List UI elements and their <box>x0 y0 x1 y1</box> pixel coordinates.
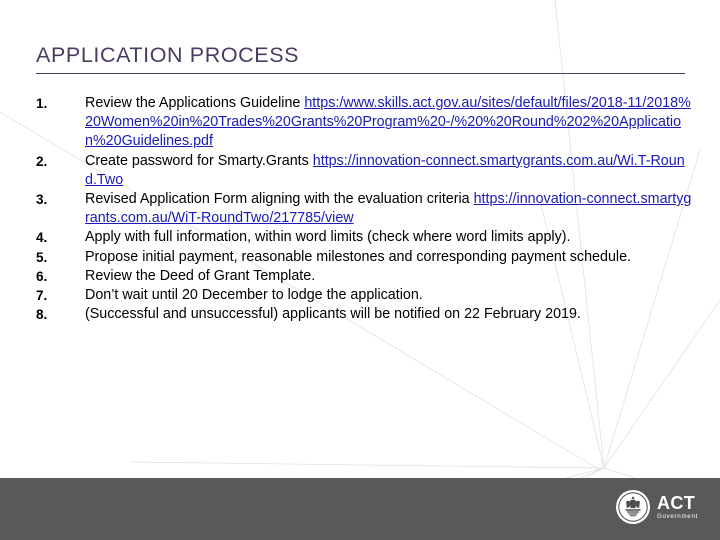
list-item: 5. Propose initial payment, reasonable m… <box>36 248 696 267</box>
list-item-number: 4. <box>36 230 48 246</box>
list-item-number: 6. <box>36 268 48 284</box>
list-item-text: Revised Application Form aligning with t… <box>85 191 474 208</box>
list-item-number: 2. <box>36 153 48 169</box>
list-item: 8. (Successful and unsuccessful) applica… <box>36 305 696 324</box>
list-item-text: Review the Applications Guideline <box>85 95 305 111</box>
list-item: 1. Review the Applications Guideline htt… <box>36 94 696 152</box>
list-item-text: (Successful and unsuccessful) applicants… <box>85 306 581 323</box>
act-government-logo: ACT Government <box>615 490 698 524</box>
title-block: APPLICATION PROCESS <box>36 43 686 74</box>
list-item: 4. Apply with full information, within w… <box>36 228 696 247</box>
list-item-body: Don’t wait until 20 December to lodge th… <box>85 286 696 305</box>
list-item: 2. Create password for Smarty.Grants htt… <box>36 152 696 190</box>
list-item-number: 5. <box>36 249 48 265</box>
list-item: 6. Review the Deed of Grant Template. <box>36 267 696 286</box>
list-item-number: 3. <box>36 192 48 208</box>
list-item-body: Propose initial payment, reasonable mile… <box>85 248 696 267</box>
logo-government-text: Government <box>656 512 698 520</box>
list-item-text: Don’t wait until 20 December to lodge th… <box>85 287 423 304</box>
list-item-text: Review the Deed of Grant Template. <box>85 267 316 284</box>
list-item-text: Apply with full information, within word… <box>85 229 571 246</box>
footer-bar: ACT Government <box>0 478 720 540</box>
list-item-text: Create password for Smarty.Grants <box>85 152 313 169</box>
title-divider <box>36 72 685 74</box>
list-item-body: Create password for Smarty.Grants https:… <box>85 152 696 190</box>
list-item-body: Review the Applications Guideline https:… <box>85 94 696 152</box>
list-item-body: Revised Application Form aligning with t… <box>85 190 696 228</box>
list-item: 7. Don’t wait until 20 December to lodge… <box>36 286 696 305</box>
logo-act-text: ACT <box>656 492 696 513</box>
list-item-number: 7. <box>36 288 48 304</box>
list-item-text: Propose initial payment, reasonable mile… <box>85 248 631 265</box>
list-item-number: 8. <box>36 307 48 323</box>
application-process-list: 1. Review the Applications Guideline htt… <box>36 94 696 324</box>
list-item-number: 1. <box>36 96 48 111</box>
logo-wordmark: ACT Government <box>657 494 698 520</box>
list-item-body: (Successful and unsuccessful) applicants… <box>85 305 696 324</box>
list-item: 3. Revised Application Form aligning wit… <box>36 190 696 228</box>
list-item-body: Review the Deed of Grant Template. <box>85 267 696 286</box>
coat-of-arms-icon <box>615 490 650 524</box>
slide-canvas: APPLICATION PROCESS 1. Review the Applic… <box>0 0 720 540</box>
page-title: APPLICATION PROCESS <box>36 43 300 67</box>
list-item-body: Apply with full information, within word… <box>85 228 696 247</box>
